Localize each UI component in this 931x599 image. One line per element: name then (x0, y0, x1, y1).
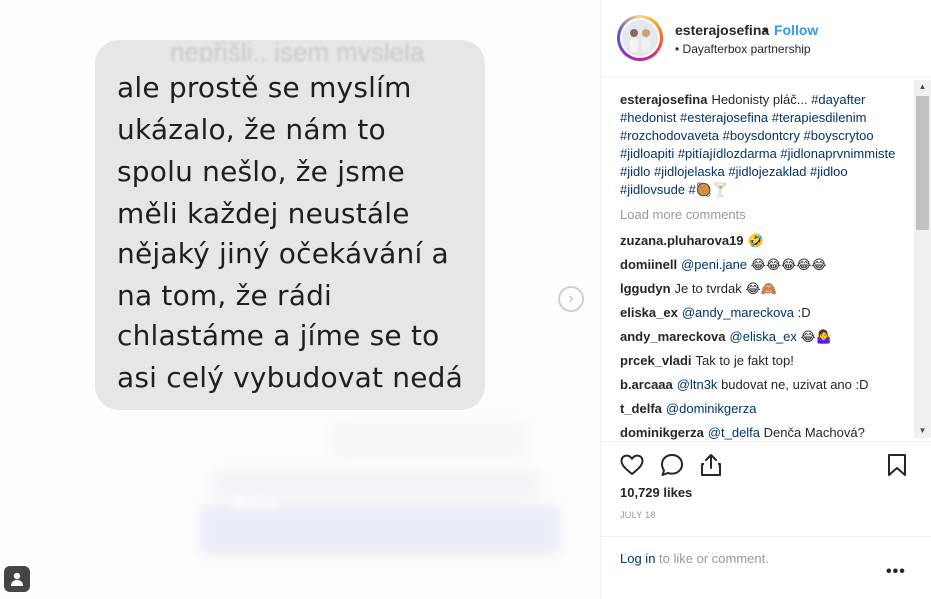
message-ghost-text: nepřišli.. jsem myslela (170, 42, 425, 62)
comment-username[interactable]: b.arcaaa (620, 377, 673, 392)
comment-emoji: 😂🙈 (745, 282, 777, 297)
login-rest-text: to like or comment. (655, 551, 769, 566)
caption-text: Hedonisty pláč... (711, 92, 808, 107)
header-separator: • (763, 22, 768, 38)
caption-username[interactable]: esterajosefina (620, 92, 707, 107)
comment-item: b.arcaaa @ltn3k budovat ne, uzivat ano :D (620, 376, 910, 394)
likes-count[interactable]: 10,729 likes (620, 485, 692, 500)
avatar[interactable] (617, 15, 663, 61)
message-line: ukázalo, že nám to (117, 113, 386, 146)
load-more-comments-button[interactable]: Load more comments (620, 207, 746, 222)
comment-text: Tak to je fakt top! (695, 353, 794, 368)
comment-item: t_delfa @dominikgerza (620, 400, 910, 418)
comment-text: Je to tvrdak (674, 281, 742, 296)
comment-item: dominikgerza @t_delfa Denča Machová? (620, 424, 910, 441)
header-username[interactable]: esterajosefina (675, 22, 769, 38)
comments-list: esterajosefina Hedonisty pláč... #dayafte… (601, 77, 931, 441)
comment-item: andy_mareckova @eliska_ex 😂🤷‍♀ (620, 328, 910, 347)
post-date[interactable]: JULY 18 (620, 510, 656, 520)
comment-username[interactable]: prcek_vladi (620, 353, 692, 368)
comment-item: zuzana.pluharova19 🤣 (620, 232, 910, 251)
partnership-label: • Dayafterbox partnership (675, 42, 811, 56)
comment-username[interactable]: lggudyn (620, 281, 671, 296)
comment-text: budovat ne, uzivat ano :D (721, 377, 869, 392)
comment-username[interactable]: dominikgerza (620, 425, 704, 440)
comment-mention[interactable]: @peni.jane (681, 257, 747, 272)
comment-emoji: 😂🤷‍♀ (800, 330, 832, 345)
message-line: asi celý vybudovat nedá (117, 361, 463, 394)
heart-icon[interactable] (619, 452, 645, 478)
login-row: Log in to like or comment. ••• (601, 536, 931, 599)
post-side-panel: esterajosefina • Follow • Dayafterbox pa… (600, 0, 931, 599)
comment-item: prcek_vladi Tak to je fakt top! (620, 352, 910, 370)
share-icon[interactable] (698, 452, 724, 478)
comment-emoji: 😂😂😂😂😂 (750, 258, 827, 273)
caption: esterajosefina Hedonisty pláč... #dayafte… (620, 91, 910, 200)
comment-text: :D (797, 305, 811, 320)
comment-icon[interactable] (659, 452, 685, 478)
chevron-right-icon[interactable]: › (558, 286, 584, 312)
comment-item: eliska_ex @andy_mareckova :D (620, 304, 910, 322)
message-line: spolu nešlo, že jsme (117, 155, 405, 188)
caption-emoji: 🥘🍸 (695, 183, 729, 198)
comment-mention[interactable]: @dominikgerza (666, 401, 757, 416)
user-tag-icon[interactable] (4, 566, 30, 592)
comment-mention[interactable]: @ltn3k (677, 377, 718, 392)
message-line: na tom, že rádi (117, 279, 333, 312)
login-link[interactable]: Log in (620, 551, 655, 566)
message-line: chlastáme a jíme se to (117, 319, 440, 352)
comment-mention[interactable]: @andy_mareckova (682, 305, 794, 320)
comment-username[interactable]: zuzana.pluharova19 (620, 233, 744, 248)
comment-username[interactable]: t_delfa (620, 401, 662, 416)
caption-hashtags[interactable]: #dayafter #hedonist #esterajosefina #ter… (620, 92, 895, 197)
message-line: ale prostě se myslím (117, 71, 412, 104)
bookmark-icon[interactable] (884, 452, 910, 478)
comment-mention[interactable]: @t_delfa (708, 425, 760, 440)
comment-item: domiinell @peni.jane 😂😂😂😂😂 (620, 256, 910, 275)
comments-scrollbar[interactable]: ▲ ▼ (914, 80, 931, 438)
comment-text: Denča Machová? (763, 425, 865, 440)
post-header: esterajosefina • Follow • Dayafterbox pa… (601, 0, 931, 77)
blurred-word: ikala (232, 490, 278, 515)
message-line: měli každej neustále (117, 197, 410, 230)
blurred-region (330, 420, 530, 460)
comment-username[interactable]: domiinell (620, 257, 677, 272)
scrollbar-thumb[interactable] (916, 96, 929, 230)
more-options-icon[interactable]: ••• (886, 563, 906, 581)
post-actions (601, 441, 931, 485)
scroll-up-arrow-icon[interactable]: ▲ (914, 80, 931, 94)
login-prompt: Log in to like or comment. (620, 551, 769, 566)
comment-username[interactable]: andy_mareckova (620, 329, 726, 344)
scroll-down-arrow-icon[interactable]: ▼ (914, 424, 931, 438)
post-photo: nepřišli.. jsem myslela ale prostě se my… (0, 0, 600, 599)
comment-emoji: 🤣 (747, 234, 764, 249)
message-line: nějaký jiný očekávání a (117, 237, 449, 270)
comment-item: lggudyn Je to tvrdak 😂🙈 (620, 280, 910, 299)
comment-username[interactable]: eliska_ex (620, 305, 678, 320)
comment-mention[interactable]: @eliska_ex (730, 329, 797, 344)
follow-button[interactable]: Follow (774, 22, 818, 38)
